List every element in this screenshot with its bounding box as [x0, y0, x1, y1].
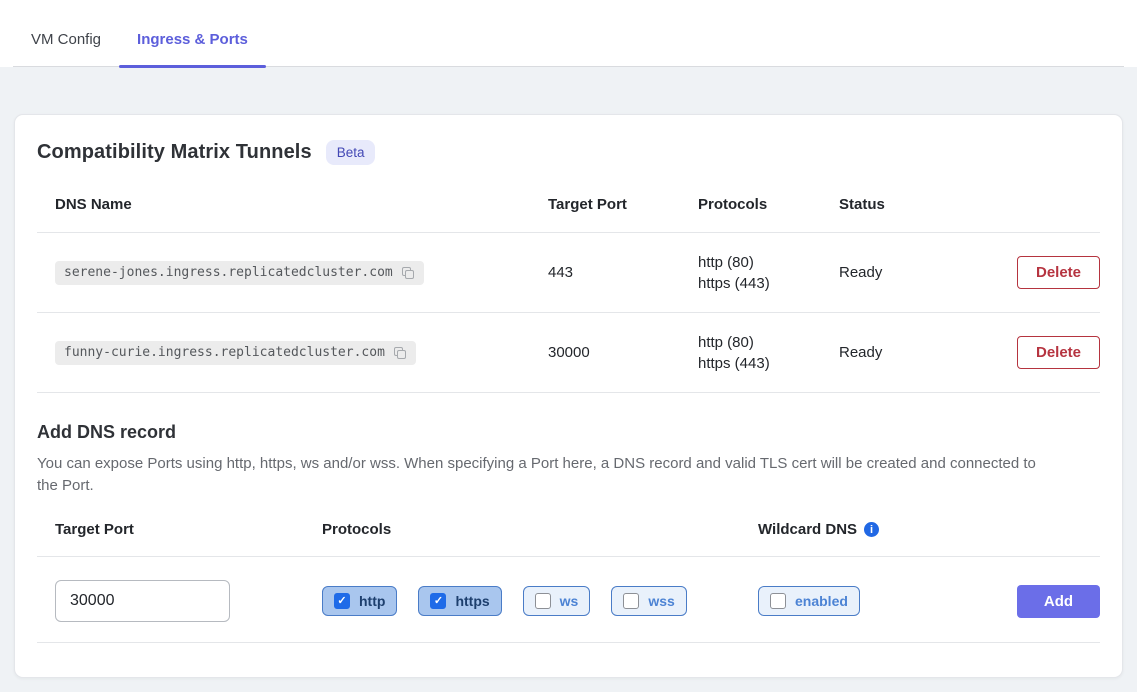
beta-badge: Beta [326, 140, 376, 165]
wildcard-enabled-checkbox[interactable]: ✓ enabled [758, 586, 860, 616]
info-icon[interactable]: i [864, 522, 879, 537]
wildcard-dns-label: Wildcard DNS [758, 521, 857, 538]
card-title: Compatibility Matrix Tunnels [37, 141, 312, 164]
row-protocols: http (80) https (443) [698, 332, 839, 374]
form-header-target-port: Target Port [37, 521, 322, 538]
header-target-port: Target Port [548, 196, 698, 213]
chip-label: https [455, 593, 489, 609]
protocol-checkbox-ws[interactable]: ✓ ws [523, 586, 591, 616]
checkbox-icon: ✓ [770, 593, 786, 609]
table-row: funny-curie.ingress.replicatedcluster.co… [37, 313, 1100, 393]
form-header-row: Target Port Protocols Wildcard DNS i [37, 521, 1100, 557]
protocol-line: https (443) [698, 353, 839, 374]
tab-bar: VM Config Ingress & Ports [0, 0, 1137, 67]
header-dns-name: DNS Name [37, 196, 548, 213]
tab-vm-config[interactable]: VM Config [13, 31, 119, 67]
protocol-line: http (80) [698, 332, 839, 353]
checkbox-icon: ✓ [623, 593, 639, 609]
dns-name-text: serene-jones.ingress.replicatedcluster.c… [64, 265, 393, 280]
tunnels-table: DNS Name Target Port Protocols Status se… [37, 177, 1100, 393]
add-button[interactable]: Add [1017, 585, 1100, 618]
chip-label: wss [648, 593, 674, 609]
checkbox-icon: ✓ [430, 593, 446, 609]
tab-ingress-ports[interactable]: Ingress & Ports [119, 31, 266, 67]
header-protocols: Protocols [698, 196, 839, 213]
chip-label: enabled [795, 593, 848, 609]
protocol-chips: ✓ http ✓ https ✓ ws ✓ wss [322, 586, 758, 616]
row-protocols: http (80) https (443) [698, 252, 839, 294]
chip-label: ws [560, 593, 579, 609]
card-footer-divider [37, 642, 1100, 667]
dns-name-pill: serene-jones.ingress.replicatedcluster.c… [55, 261, 424, 285]
row-status: Ready [839, 344, 957, 361]
checkbox-icon: ✓ [535, 593, 551, 609]
chip-label: http [359, 593, 385, 609]
form-header-protocols: Protocols [322, 521, 758, 538]
protocol-line: https (443) [698, 273, 839, 294]
table-row: serene-jones.ingress.replicatedcluster.c… [37, 233, 1100, 313]
card-title-row: Compatibility Matrix Tunnels Beta [37, 140, 1100, 165]
page-content: Compatibility Matrix Tunnels Beta DNS Na… [0, 67, 1137, 692]
row-target-port: 443 [548, 264, 698, 281]
tunnels-card: Compatibility Matrix Tunnels Beta DNS Na… [14, 114, 1123, 678]
delete-button[interactable]: Delete [1017, 256, 1100, 289]
protocol-line: http (80) [698, 252, 839, 273]
add-dns-record-title: Add DNS record [37, 422, 1100, 443]
row-target-port: 30000 [548, 344, 698, 361]
add-dns-record-description: You can expose Ports using http, https, … [37, 453, 1045, 497]
protocol-checkbox-https[interactable]: ✓ https [418, 586, 501, 616]
protocol-checkbox-wss[interactable]: ✓ wss [611, 586, 686, 616]
delete-button[interactable]: Delete [1017, 336, 1100, 369]
dns-name-text: funny-curie.ingress.replicatedcluster.co… [64, 345, 385, 360]
copy-icon[interactable] [392, 345, 408, 361]
target-port-input[interactable] [55, 580, 230, 622]
dns-name-pill: funny-curie.ingress.replicatedcluster.co… [55, 341, 416, 365]
checkbox-icon: ✓ [334, 593, 350, 609]
row-status: Ready [839, 264, 957, 281]
form-row: ✓ http ✓ https ✓ ws ✓ wss ✓ [37, 580, 1100, 622]
protocol-checkbox-http[interactable]: ✓ http [322, 586, 397, 616]
form-header-wildcard: Wildcard DNS i [758, 521, 997, 538]
header-status: Status [839, 196, 957, 213]
table-header-row: DNS Name Target Port Protocols Status [37, 177, 1100, 233]
copy-icon[interactable] [400, 265, 416, 281]
